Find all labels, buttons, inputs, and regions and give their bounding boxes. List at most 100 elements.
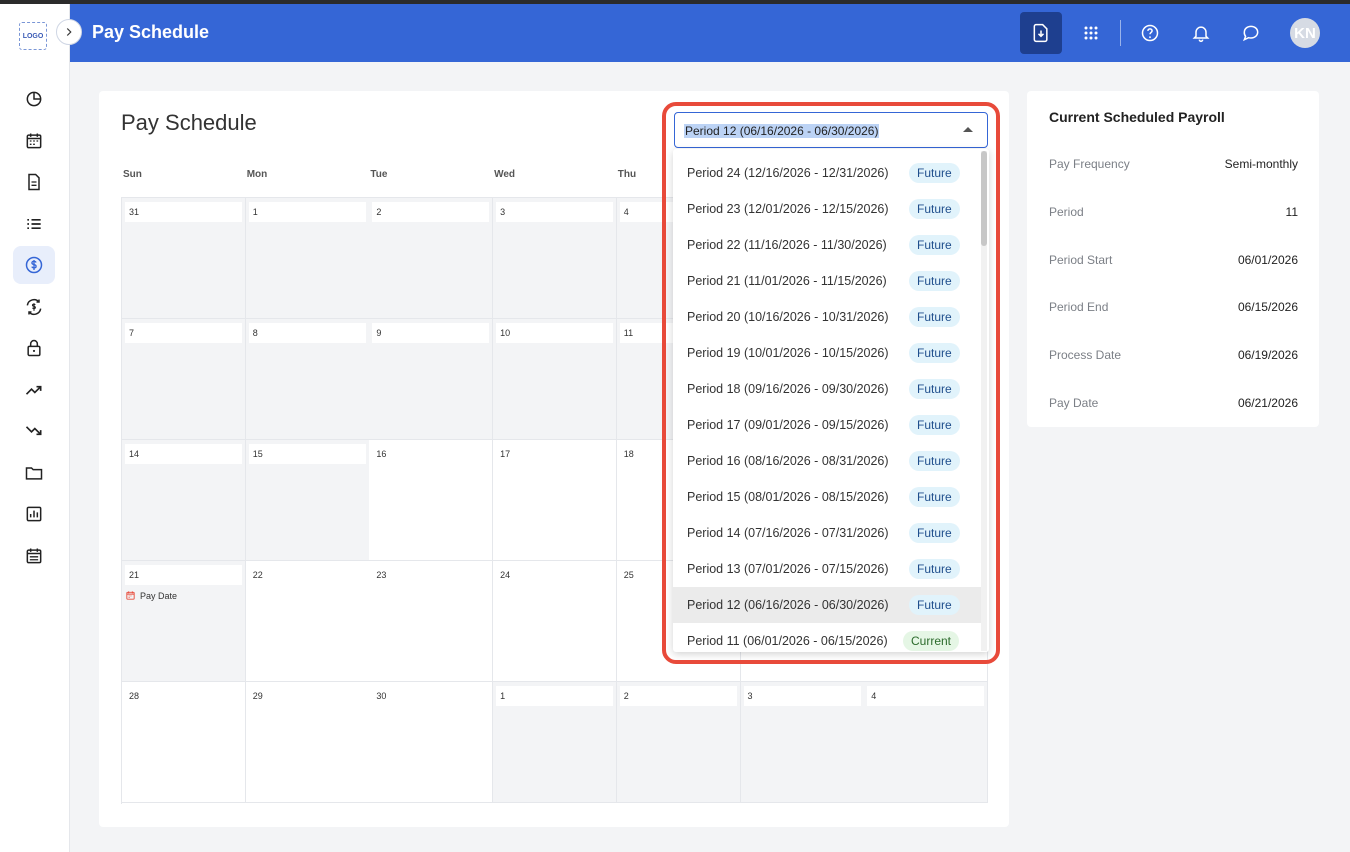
day-number: 22	[248, 565, 366, 585]
calendar-day-cell[interactable]: 17	[493, 440, 618, 561]
sidebar-item-document[interactable]	[13, 163, 55, 201]
status-badge: Future	[909, 595, 960, 615]
top-header: Pay Schedule KN	[70, 4, 1350, 62]
period-option[interactable]: Period 24 (12/16/2026 - 12/31/2026) Futur…	[673, 155, 981, 191]
day-number: 29	[248, 686, 366, 706]
day-number: 9	[372, 323, 490, 343]
sidebar-item-trending-up[interactable]	[13, 371, 55, 409]
period-option[interactable]: Period 21 (11/01/2026 - 11/15/2026) Futur…	[673, 263, 981, 299]
day-number: 7	[125, 323, 242, 343]
period-option[interactable]: Period 14 (07/16/2026 - 07/31/2026) Futur…	[673, 515, 981, 551]
dropdown-scrollbar-thumb[interactable]	[981, 151, 987, 246]
day-number: 2	[372, 202, 490, 222]
period-option-label: Period 24 (12/16/2026 - 12/31/2026)	[687, 166, 889, 180]
info-label: Pay Date	[1049, 396, 1099, 410]
apps-button[interactable]	[1070, 12, 1112, 54]
weekday-header: Tue	[370, 169, 388, 180]
period-option[interactable]: Period 22 (11/16/2026 - 11/30/2026) Futur…	[673, 227, 981, 263]
sidebar-item-calendar[interactable]	[13, 122, 55, 160]
period-option[interactable]: Period 23 (12/01/2026 - 12/15/2026) Futur…	[673, 191, 981, 227]
period-select[interactable]: Period 12 (06/16/2026 - 06/30/2026)	[674, 112, 988, 148]
weekday-header: Wed	[494, 169, 516, 180]
calendar-day-cell[interactable]: 7	[122, 319, 246, 440]
status-badge: Future	[909, 307, 960, 327]
period-option[interactable]: Period 18 (09/16/2026 - 09/30/2026) Futur…	[673, 371, 981, 407]
notifications-button[interactable]	[1180, 12, 1222, 54]
weekday-header: Mon	[246, 169, 268, 180]
calendar-day-cell[interactable]: 24	[493, 561, 618, 682]
download-icon	[1033, 23, 1048, 43]
sidebar-item-list[interactable]	[13, 205, 55, 243]
calendar-day-cell[interactable]: 1	[245, 198, 370, 319]
calendar-day-cell[interactable]: 29	[245, 682, 370, 803]
calendar-day-cell[interactable]: 4	[864, 682, 989, 803]
sidebar-item-report[interactable]	[13, 495, 55, 533]
calendar-day-cell[interactable]: 3	[740, 682, 865, 803]
user-avatar[interactable]: KN	[1290, 18, 1320, 48]
day-number: 1	[496, 686, 614, 706]
period-option[interactable]: Period 17 (09/01/2026 - 09/15/2026) Futur…	[673, 407, 981, 443]
sidebar-item-lock[interactable]	[13, 329, 55, 367]
sidebar-item-dollar[interactable]	[13, 246, 55, 284]
info-value: Semi-monthly	[1224, 157, 1298, 171]
calendar-day-cell[interactable]: 21 Pay Date	[122, 561, 246, 682]
expand-sidebar-button[interactable]	[56, 19, 82, 45]
calendar-day-cell[interactable]: 31	[122, 198, 246, 319]
sidebar-item-trending-down[interactable]	[13, 412, 55, 450]
calendar-day-cell[interactable]: 15	[245, 440, 370, 561]
caret-up-icon	[963, 127, 973, 132]
info-value: 06/19/2026	[1237, 348, 1298, 363]
calendar-day-cell[interactable]: 2	[369, 198, 494, 319]
calendar-list-icon	[26, 548, 42, 563]
header-title: Pay Schedule	[92, 22, 210, 42]
calendar-day-cell[interactable]: 28	[122, 682, 246, 803]
period-option-label: Period 22 (11/16/2026 - 11/30/2026)	[687, 238, 887, 252]
weekday-header: Sun	[123, 169, 142, 180]
period-option[interactable]: Period 16 (08/16/2026 - 08/31/2026) Futur…	[673, 443, 981, 479]
calendar-day-cell[interactable]: 1	[493, 682, 618, 803]
payroll-info-row: Period End 06/15/2026	[1049, 300, 1298, 314]
period-option-label: Period 18 (09/16/2026 - 09/30/2026)	[687, 382, 889, 396]
day-number: 30	[372, 686, 490, 706]
help-icon	[1141, 24, 1159, 42]
period-option[interactable]: Period 11 (06/01/2026 - 06/15/2026) Curre…	[673, 623, 981, 652]
status-badge: Future	[909, 559, 960, 579]
status-badge: Future	[909, 199, 960, 219]
calendar-day-cell[interactable]: 22	[245, 561, 370, 682]
calendar-day-cell[interactable]: 3	[493, 198, 618, 319]
calendar-day-cell[interactable]: 2	[616, 682, 741, 803]
sidebar-item-currency-exchange[interactable]	[13, 288, 55, 326]
status-badge: Future	[909, 451, 960, 471]
sidebar-item-folder[interactable]	[13, 454, 55, 492]
sidebar-item-calendar-list[interactable]	[13, 537, 55, 575]
calendar-day-cell[interactable]: 10	[493, 319, 618, 440]
calendar-day-cell[interactable]: 8	[245, 319, 370, 440]
chevron-right-icon	[66, 28, 72, 36]
pie-chart-icon	[26, 91, 42, 107]
info-label: Period	[1049, 204, 1084, 219]
chat-button[interactable]	[1230, 12, 1272, 54]
status-badge: Future	[909, 271, 960, 291]
day-number: 8	[248, 323, 366, 343]
logo: LOGO	[19, 22, 47, 50]
trending-up-icon	[25, 385, 42, 395]
calendar-day-cell[interactable]: 14	[122, 440, 246, 561]
period-option[interactable]: Period 19 (10/01/2026 - 10/15/2026) Futur…	[673, 335, 981, 371]
pay-date-event[interactable]: Pay Date	[125, 590, 177, 601]
status-badge: Future	[909, 235, 960, 255]
calendar-day-cell[interactable]: 30	[369, 682, 494, 803]
period-option[interactable]: Period 13 (07/01/2026 - 07/15/2026) Futur…	[673, 551, 981, 587]
info-label: Period End	[1049, 300, 1109, 315]
period-option[interactable]: Period 15 (08/01/2026 - 08/15/2026) Futur…	[673, 479, 981, 515]
period-option[interactable]: Period 12 (06/16/2026 - 06/30/2026) Futur…	[673, 587, 981, 623]
period-option[interactable]: Period 20 (10/16/2026 - 10/31/2026) Futur…	[673, 299, 981, 335]
calendar-day-cell[interactable]: 23	[369, 561, 494, 682]
calendar-day-cell[interactable]: 9	[369, 319, 494, 440]
info-label: Period Start	[1049, 252, 1113, 267]
folder-icon	[25, 466, 43, 480]
calendar-day-cell[interactable]: 16	[369, 440, 494, 561]
sidebar-item-pie-chart[interactable]	[13, 80, 55, 118]
download-button[interactable]	[1020, 12, 1062, 54]
chat-icon	[1242, 25, 1259, 42]
help-button[interactable]	[1129, 12, 1171, 54]
